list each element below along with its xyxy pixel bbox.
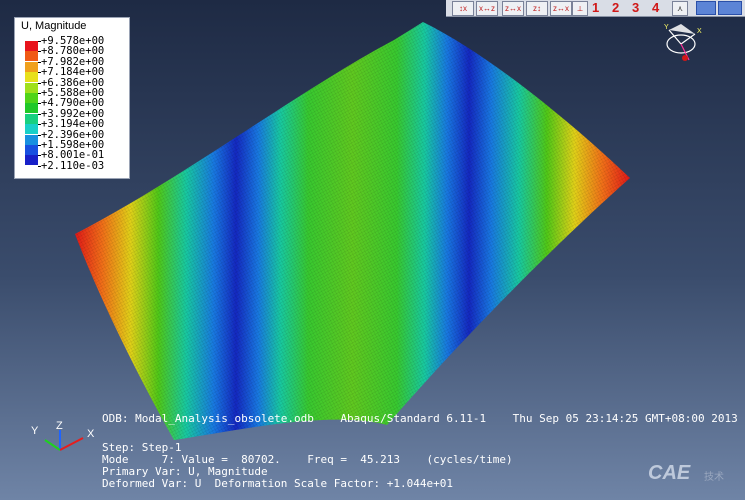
render-shaded-icon[interactable] xyxy=(718,1,742,15)
legend-value: +7.184e+00 xyxy=(41,66,105,79)
legend-swatch xyxy=(25,124,38,135)
legend-swatch xyxy=(25,93,38,103)
legend-value: +4.790e+00 xyxy=(41,97,105,110)
axis-y-label: Y xyxy=(31,425,39,437)
legend-swatch xyxy=(25,61,38,72)
view-xz-icon[interactable]: x↔z xyxy=(476,1,498,16)
svg-text:Y: Y xyxy=(664,24,669,31)
legend-swatch xyxy=(25,82,38,93)
view-zz-icon[interactable]: z↕ xyxy=(526,1,548,16)
legend-swatch xyxy=(25,41,38,51)
legend-value: +8.001e-01 xyxy=(41,149,105,162)
view-zx-icon[interactable]: z↔x xyxy=(502,1,524,16)
view-button-3[interactable]: 3 xyxy=(632,0,639,15)
axis-triad-icon: Z Y X xyxy=(31,420,95,451)
watermark-logo: CAE xyxy=(648,462,691,484)
legend-value: +3.194e+00 xyxy=(41,118,105,131)
legend-value: +2.110e-03 xyxy=(41,159,105,172)
legend-swatch xyxy=(25,51,38,62)
plate-surface xyxy=(75,22,630,440)
view-button-2[interactable]: 2 xyxy=(612,0,619,15)
legend-swatch xyxy=(25,145,38,155)
svg-text:X: X xyxy=(697,28,702,35)
legend-swatch xyxy=(25,103,38,114)
view-toolbar: ↕x x↔z z↔x z↕ z↔x ⟂ 1 2 3 4 ⋏ xyxy=(446,0,745,17)
legend-swatch xyxy=(25,155,38,166)
contour-legend: U, Magnitude +9.578e+00 +8.780e+00 +7.982e… xyxy=(14,17,130,179)
deformed-var-info: Deformed Var: U Deformation Scale Factor… xyxy=(102,477,453,490)
render-style-icon[interactable] xyxy=(696,1,716,15)
legend-swatch xyxy=(25,134,38,145)
graphics-viewport[interactable]: U, Magnitude +9.578e+00 +8.780e+00 +7.982e… xyxy=(0,0,745,500)
view-yz-icon[interactable]: z↔x xyxy=(550,1,572,16)
legend-swatch xyxy=(25,113,38,124)
view-button-1[interactable]: 1 xyxy=(592,0,599,15)
rotation-center-icon: Y X xyxy=(664,24,702,61)
view-x-icon[interactable]: ↕x xyxy=(452,1,474,16)
legend-title: U, Magnitude xyxy=(21,20,87,32)
watermark-sub: 技术 xyxy=(704,472,724,483)
view-iso-icon[interactable]: ⟂ xyxy=(572,1,588,16)
legend-value: +8.780e+00 xyxy=(41,45,105,58)
axis-x-label: X xyxy=(87,428,95,440)
odb-info: ODB: Modal_Analysis_obsolete.odb Abaqus/… xyxy=(102,412,738,425)
axis-z-label: Z xyxy=(56,420,63,432)
view-button-4[interactable]: 4 xyxy=(652,0,659,15)
legend-swatch xyxy=(25,72,38,83)
view-persp-icon[interactable]: ⋏ xyxy=(672,1,688,16)
